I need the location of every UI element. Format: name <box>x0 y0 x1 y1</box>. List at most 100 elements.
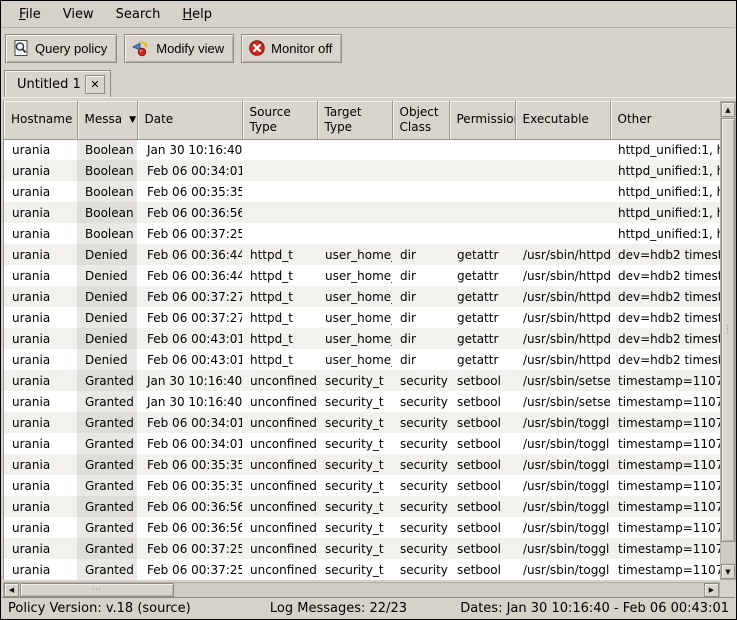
table-cell: Granted <box>77 412 137 433</box>
table-cell: getattr <box>449 349 515 370</box>
table-cell: setbool <box>449 517 515 538</box>
table-row[interactable]: uraniaGrantedFeb 06 00:35:35unconfined_s… <box>4 454 720 475</box>
status-bar: Policy Version: v.18 (source) Log Messag… <box>2 597 735 618</box>
table-cell <box>449 223 515 244</box>
table-cell: dev=hdb2 timesta <box>610 349 720 370</box>
table-row[interactable]: uraniaDeniedFeb 06 00:37:27httpd_tuser_h… <box>4 307 720 328</box>
table-row[interactable]: uraniaDeniedFeb 06 00:43:01httpd_tuser_h… <box>4 349 720 370</box>
table-cell: timestamp=11076 <box>610 454 720 475</box>
horizontal-scrollbar-thumb[interactable]: ⋯ <box>20 583 174 597</box>
table-cell: urania <box>4 265 77 286</box>
table-cell: security_t <box>317 454 392 475</box>
table-cell: Feb 06 00:36:56 <box>137 202 242 223</box>
table-row[interactable]: uraniaGrantedFeb 06 00:34:01unconfined_s… <box>4 412 720 433</box>
table-row[interactable]: uraniaGrantedFeb 06 00:35:35unconfined_s… <box>4 475 720 496</box>
table-cell: unconfined_ <box>242 370 317 391</box>
column-header-permission[interactable]: Permission <box>449 101 515 139</box>
table-row[interactable]: uraniaDeniedFeb 06 00:36:44httpd_tuser_h… <box>4 244 720 265</box>
scroll-left-button[interactable]: ◀ <box>4 583 19 597</box>
column-header-source-type[interactable]: Source Type <box>242 101 317 139</box>
table-cell: Feb 06 00:34:01 <box>137 160 242 181</box>
scrollbar-grip-icon: ⋯ <box>92 586 102 595</box>
modify-view-icon <box>131 38 151 58</box>
table-cell: timestamp=11076 <box>610 496 720 517</box>
table-cell: security <box>392 370 449 391</box>
table-cell: dev=hdb2 timesta <box>610 265 720 286</box>
query-policy-button[interactable]: Query policy <box>5 34 117 63</box>
column-header-object-class[interactable]: Object Class <box>392 101 449 139</box>
table-row[interactable]: uraniaBooleanFeb 06 00:36:56httpd_unifie… <box>4 202 720 223</box>
magnifier-document-icon <box>12 39 30 57</box>
notebook-page-edge <box>2 97 735 100</box>
table-cell: /usr/sbin/toggle <box>515 454 610 475</box>
table-cell: /usr/sbin/toggle <box>515 559 610 580</box>
menu-view[interactable]: View <box>52 3 105 26</box>
table-cell: user_home_ <box>317 286 392 307</box>
table-cell: Denied <box>77 307 137 328</box>
table-row[interactable]: uraniaBooleanJan 30 10:16:40httpd_unifie… <box>4 139 720 160</box>
table-row[interactable]: uraniaDeniedFeb 06 00:37:27httpd_tuser_h… <box>4 286 720 307</box>
table-cell: Denied <box>77 265 137 286</box>
table-row[interactable]: uraniaGrantedFeb 06 00:37:25unconfined_s… <box>4 559 720 580</box>
table-row[interactable]: uraniaGrantedFeb 06 00:36:56unconfined_s… <box>4 517 720 538</box>
vertical-scrollbar-thumb[interactable]: ⋮ <box>721 118 735 542</box>
table-cell: /usr/sbin/httpd <box>515 328 610 349</box>
column-header-target-type[interactable]: Target Type <box>317 101 392 139</box>
column-header-hostname[interactable]: Hostname <box>4 101 77 139</box>
scroll-up-button[interactable]: ▲ <box>721 102 735 117</box>
table-cell: httpd_unified:1, h <box>610 202 720 223</box>
table-row[interactable]: uraniaGrantedFeb 06 00:34:01unconfined_s… <box>4 433 720 454</box>
table-cell: urania <box>4 328 77 349</box>
table-cell: setbool <box>449 370 515 391</box>
column-header-message[interactable]: Messa▼ <box>77 101 137 139</box>
table-cell: urania <box>4 181 77 202</box>
table-cell: Jan 30 10:16:40 <box>137 370 242 391</box>
menu-file[interactable]: File <box>8 3 52 26</box>
table-row[interactable]: uraniaDeniedFeb 06 00:43:01httpd_tuser_h… <box>4 328 720 349</box>
table-cell: getattr <box>449 328 515 349</box>
table-cell: Denied <box>77 244 137 265</box>
table-cell: security <box>392 391 449 412</box>
table-row[interactable]: uraniaGrantedJan 30 10:16:40unconfined_s… <box>4 391 720 412</box>
column-header-date[interactable]: Date <box>137 101 242 139</box>
table-cell: dev=hdb2 timesta <box>610 244 720 265</box>
table-cell: urania <box>4 412 77 433</box>
sort-descending-icon: ▼ <box>129 115 136 125</box>
column-header-other[interactable]: Other <box>610 101 720 139</box>
table-cell: Feb 06 00:36:44 <box>137 265 242 286</box>
table-row[interactable]: uraniaGrantedFeb 06 00:37:25unconfined_s… <box>4 538 720 559</box>
table-cell: security_t <box>317 475 392 496</box>
scroll-right-button[interactable]: ▶ <box>704 583 719 597</box>
table-cell: urania <box>4 496 77 517</box>
tab-close-button[interactable]: ✕ <box>85 75 105 94</box>
menu-search[interactable]: Search <box>105 3 172 26</box>
table-cell: unconfined_ <box>242 475 317 496</box>
table-cell: urania <box>4 307 77 328</box>
vertical-scrollbar[interactable]: ▲ ⋮ ▼ <box>720 101 736 580</box>
table-row[interactable]: uraniaGrantedFeb 06 00:36:56unconfined_s… <box>4 496 720 517</box>
table-cell: urania <box>4 517 77 538</box>
table-row[interactable]: uraniaDeniedFeb 06 00:36:44httpd_tuser_h… <box>4 265 720 286</box>
log-table-body: uraniaBooleanJan 30 10:16:40httpd_unifie… <box>4 139 720 580</box>
table-row[interactable]: uraniaBooleanFeb 06 00:37:25httpd_unifie… <box>4 223 720 244</box>
table-cell: getattr <box>449 265 515 286</box>
column-header-executable[interactable]: Executable <box>515 101 610 139</box>
table-cell: Denied <box>77 349 137 370</box>
scroll-down-button[interactable]: ▼ <box>721 564 735 579</box>
table-cell: user_home_ <box>317 328 392 349</box>
table-cell: Feb 06 00:36:44 <box>137 244 242 265</box>
table-cell: timestamp=11071 <box>610 391 720 412</box>
table-row[interactable]: uraniaBooleanFeb 06 00:35:35httpd_unifie… <box>4 181 720 202</box>
modify-view-button[interactable]: Modify view <box>124 34 234 63</box>
table-cell: Feb 06 00:35:35 <box>137 181 242 202</box>
table-row[interactable]: uraniaGrantedJan 30 10:16:40unconfined_s… <box>4 370 720 391</box>
table-cell: httpd_t <box>242 328 317 349</box>
monitor-off-button[interactable]: Monitor off <box>241 34 342 63</box>
table-cell <box>317 202 392 223</box>
menu-help[interactable]: Help <box>171 3 223 26</box>
horizontal-scrollbar[interactable]: ◀ ⋯ ▶ <box>3 582 720 598</box>
table-cell: getattr <box>449 244 515 265</box>
tab-untitled-1[interactable]: Untitled 1 ✕ <box>4 70 111 97</box>
table-row[interactable]: uraniaBooleanFeb 06 00:34:01httpd_unifie… <box>4 160 720 181</box>
table-cell: user_home_ <box>317 349 392 370</box>
